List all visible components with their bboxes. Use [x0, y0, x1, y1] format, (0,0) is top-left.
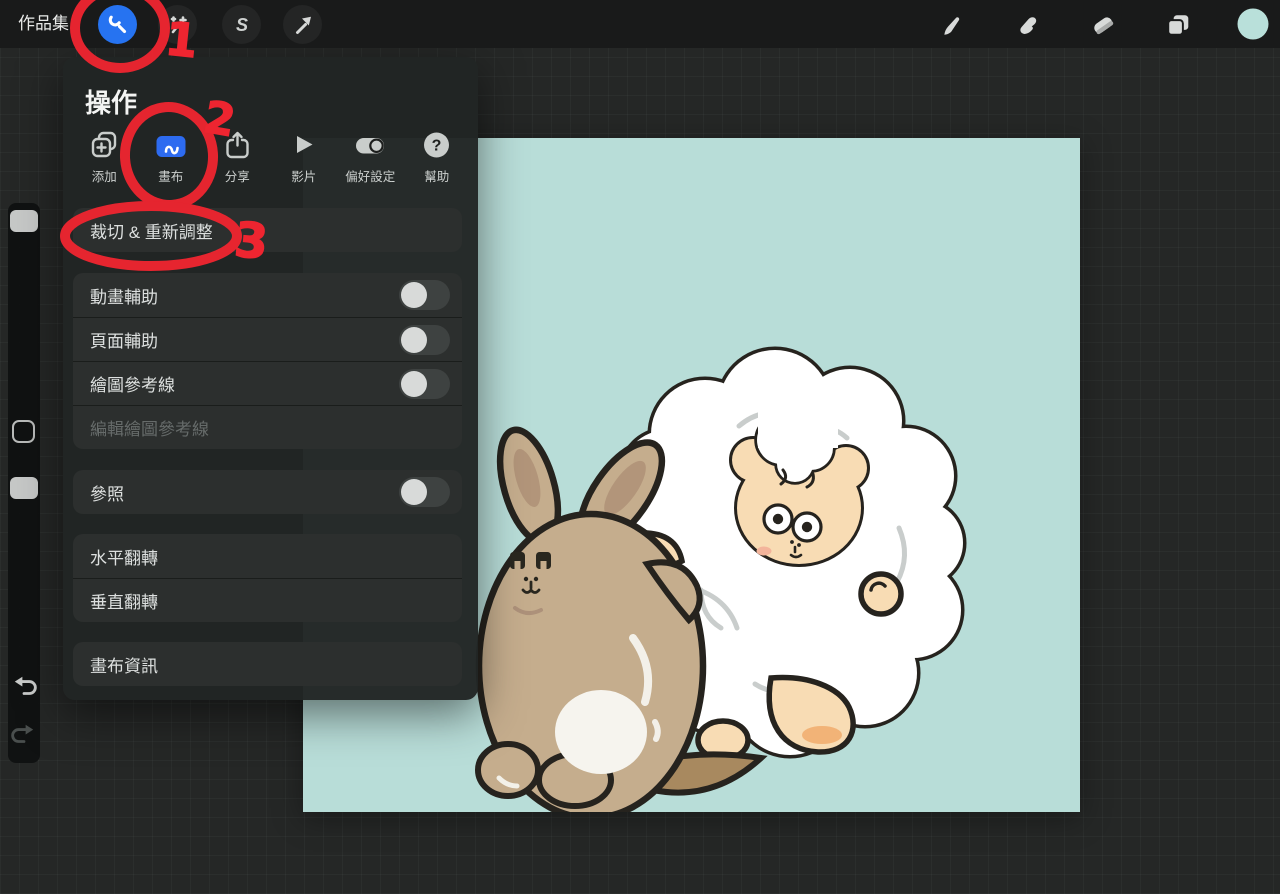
toggle-knob — [401, 327, 427, 353]
transform-button[interactable] — [283, 5, 322, 44]
share-icon — [222, 129, 253, 161]
adjustments-button[interactable] — [158, 5, 197, 44]
tab-add-label: 添加 — [92, 166, 117, 185]
magic-wand-icon — [167, 14, 189, 36]
menu-item-edit-drawing-guide: 編輯繪圖參考線 — [73, 405, 462, 449]
undo-button[interactable] — [11, 674, 37, 700]
actions-button[interactable] — [98, 5, 137, 44]
transform-arrow-icon — [292, 14, 314, 36]
tab-prefs[interactable]: 偏好設定 — [337, 127, 404, 189]
insert-icon — [89, 129, 120, 161]
actions-tabs: 添加 畫布 分享 — [71, 127, 470, 189]
menu-item-label: 參照 — [90, 480, 124, 505]
menu-item-label: 垂直翻轉 — [90, 588, 158, 613]
redo-button[interactable] — [11, 722, 37, 748]
menu-item-reference[interactable]: 參照 — [73, 470, 462, 514]
reference-toggle[interactable] — [399, 477, 450, 507]
sidebar — [8, 203, 40, 763]
selection-s-icon: S — [231, 14, 253, 36]
layers-icon — [1165, 12, 1191, 38]
flip-group: 水平翻轉 垂直翻轉 — [73, 534, 462, 622]
menu-item-animation-assist[interactable]: 動畫輔助 — [73, 273, 462, 317]
actions-menu-list: 裁切 & 重新調整 動畫輔助 頁面輔助 繪圖參考線 編輯繪圖參考線 — [73, 208, 462, 686]
selection-button[interactable]: S — [222, 5, 261, 44]
menu-item-flip-vertical[interactable]: 垂直翻轉 — [73, 578, 462, 622]
procreate-app: 操作 添加 畫布 — [0, 0, 1280, 894]
tab-share[interactable]: 分享 — [204, 127, 271, 189]
video-icon — [288, 129, 319, 161]
tab-help-label: 幫助 — [424, 166, 449, 185]
tab-help[interactable]: ? 幫助 — [404, 127, 471, 189]
menu-item-label: 裁切 & 重新調整 — [90, 218, 213, 243]
top-toolbar: 作品集 S — [0, 0, 1280, 48]
tab-share-label: 分享 — [225, 166, 250, 185]
active-color-icon — [1237, 8, 1269, 40]
color-swatch-button[interactable] — [1237, 8, 1269, 40]
page-assist-toggle[interactable] — [399, 325, 450, 355]
opacity-slider[interactable] — [10, 477, 38, 499]
smudge-finger-icon — [1015, 12, 1041, 38]
menu-item-canvas-info[interactable]: 畫布資訊 — [73, 642, 462, 686]
menu-item-drawing-guide[interactable]: 繪圖參考線 — [73, 361, 462, 405]
gallery-button[interactable]: 作品集 — [18, 0, 69, 48]
prefs-toggle-icon — [354, 129, 386, 161]
tab-video[interactable]: 影片 — [271, 127, 338, 189]
svg-text:?: ? — [432, 138, 442, 155]
assist-group: 動畫輔助 頁面輔助 繪圖參考線 編輯繪圖參考線 — [73, 273, 462, 449]
menu-item-page-assist[interactable]: 頁面輔助 — [73, 317, 462, 361]
help-icon: ? — [421, 129, 452, 161]
brush-tool-button[interactable] — [933, 5, 972, 44]
tab-prefs-label: 偏好設定 — [345, 166, 395, 185]
tab-add[interactable]: 添加 — [71, 127, 138, 189]
tab-canvas-label: 畫布 — [158, 166, 183, 185]
drawing-guide-toggle[interactable] — [399, 369, 450, 399]
eraser-icon — [1090, 12, 1116, 38]
menu-item-crop-resize[interactable]: 裁切 & 重新調整 — [73, 208, 462, 252]
toggle-knob — [401, 371, 427, 397]
toggle-knob — [401, 479, 427, 505]
brush-size-slider[interactable] — [10, 210, 38, 232]
modify-button[interactable] — [12, 420, 35, 443]
redo-icon — [11, 722, 37, 748]
panel-title: 操作 — [85, 83, 137, 120]
menu-item-label: 繪圖參考線 — [90, 371, 175, 396]
toggle-knob — [401, 282, 427, 308]
menu-item-label: 頁面輔助 — [90, 327, 158, 352]
actions-panel: 操作 添加 畫布 — [63, 57, 478, 700]
layers-button[interactable] — [1158, 5, 1197, 44]
smudge-tool-button[interactable] — [1008, 5, 1047, 44]
wrench-icon — [107, 14, 129, 36]
menu-item-flip-horizontal[interactable]: 水平翻轉 — [73, 534, 462, 578]
svg-text:S: S — [235, 15, 247, 35]
brush-icon — [940, 12, 966, 38]
tab-canvas[interactable]: 畫布 — [138, 127, 205, 189]
tab-video-label: 影片 — [291, 166, 316, 185]
canvas-icon — [155, 129, 187, 161]
menu-item-label: 動畫輔助 — [90, 283, 158, 308]
undo-icon — [11, 674, 37, 700]
menu-item-label: 編輯繪圖參考線 — [90, 415, 209, 440]
menu-item-label: 畫布資訊 — [90, 652, 158, 677]
eraser-tool-button[interactable] — [1083, 5, 1122, 44]
animation-assist-toggle[interactable] — [399, 280, 450, 310]
menu-item-label: 水平翻轉 — [90, 544, 158, 569]
